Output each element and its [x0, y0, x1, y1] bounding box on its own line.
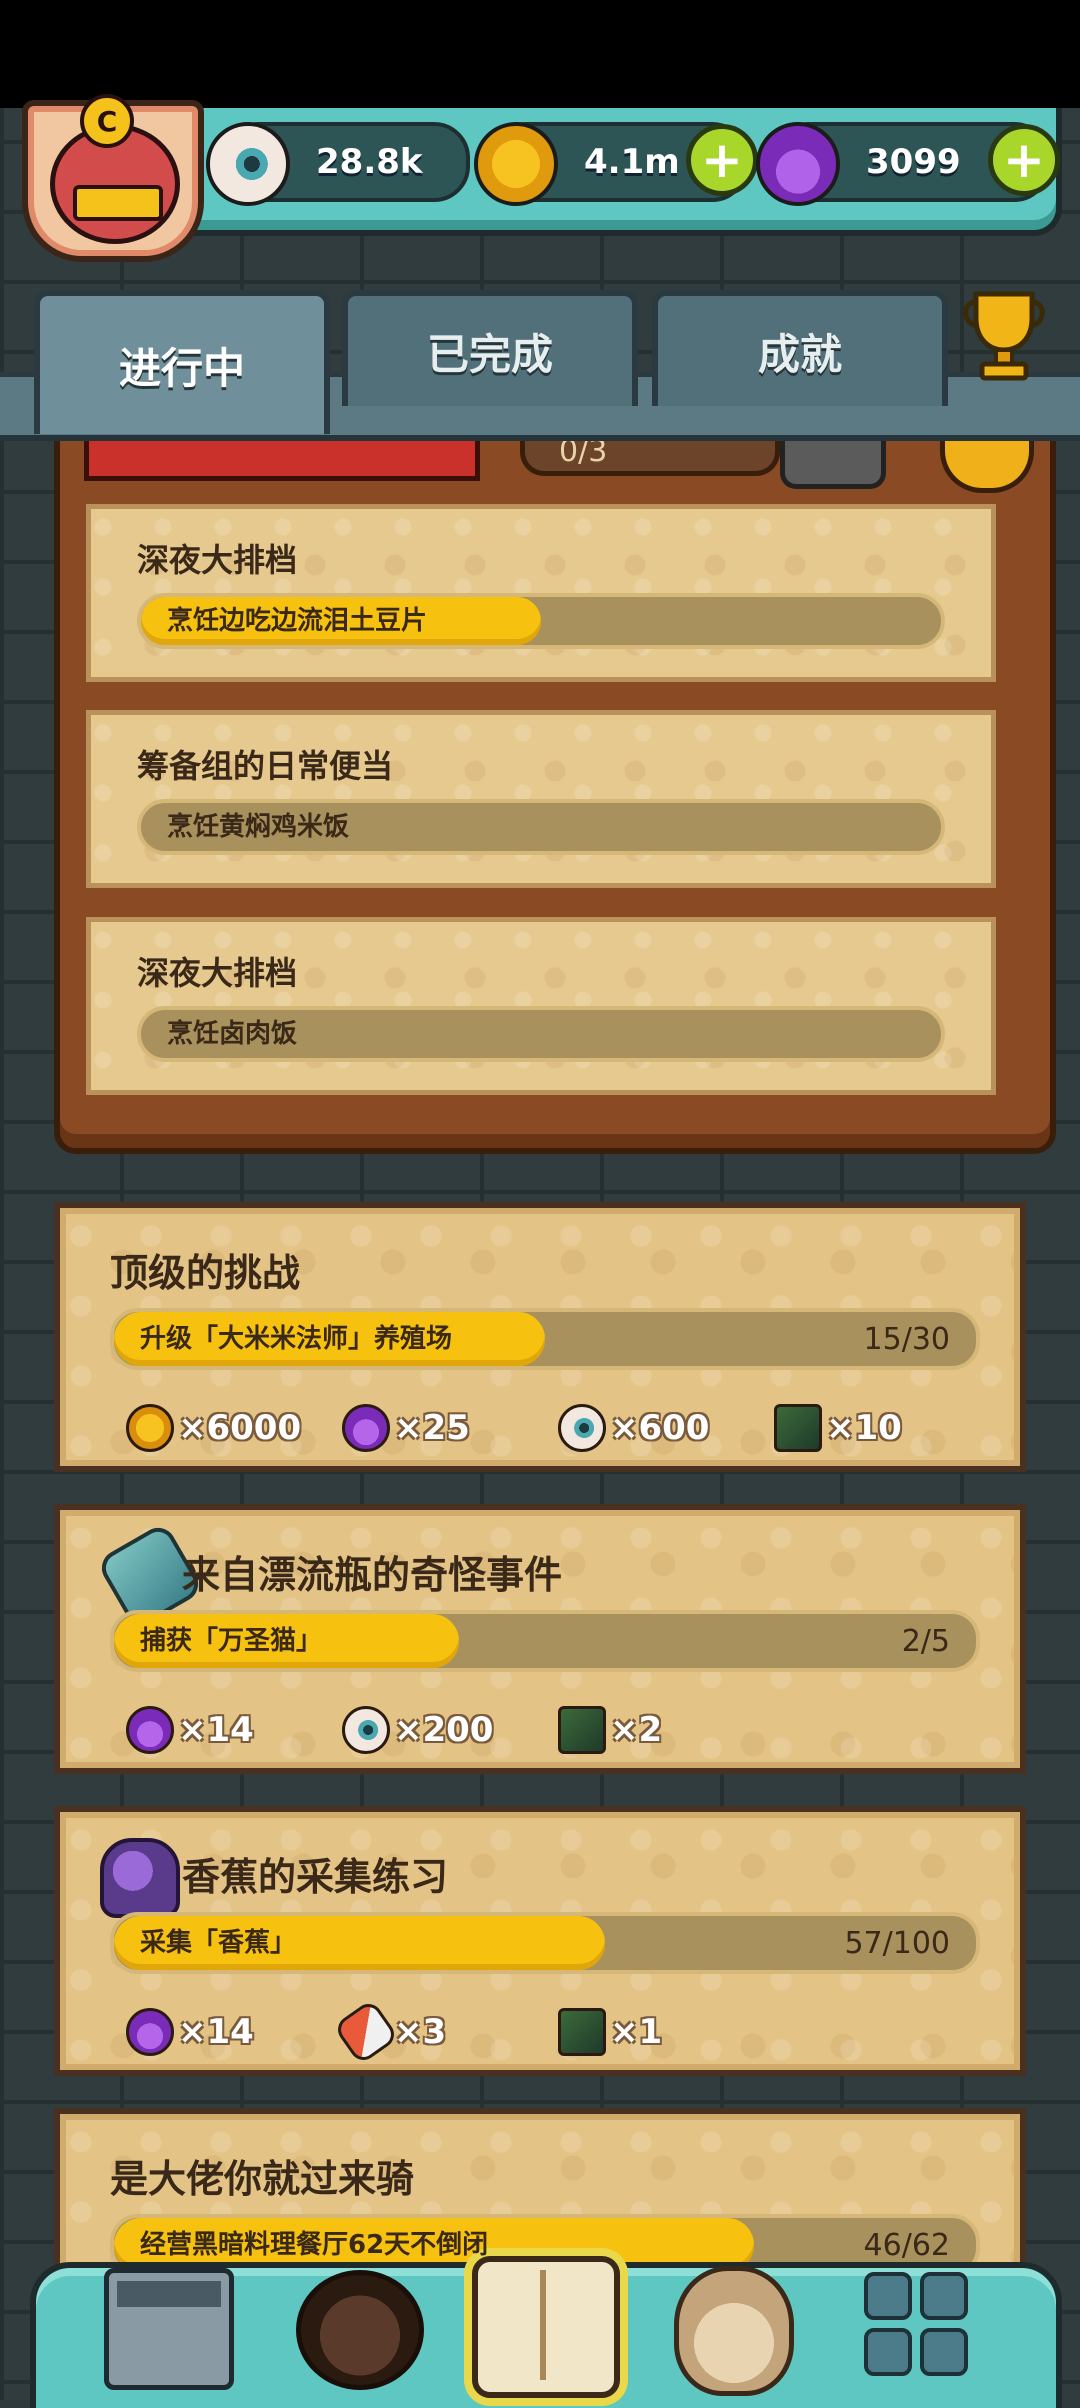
progress-label: 烹饪边吃边流泪土豆片 [167, 606, 428, 636]
trophy-icon[interactable] [962, 288, 1046, 384]
achievement-title: 香蕉的采集练习 [182, 1855, 449, 1899]
reward-item: ×200 [342, 1700, 493, 1760]
reward-amount: ×10 [826, 1408, 902, 1448]
task-title: 深夜大排档 [137, 541, 298, 579]
progress-count: 46/62 [863, 2228, 950, 2263]
potion-icon [126, 2008, 174, 2056]
reward-item: ×14 [126, 2002, 254, 2062]
progress-label: 捕获「万圣猫」 [140, 1626, 323, 1656]
progress-label: 烹饪卤肉饭 [167, 1019, 298, 1049]
daily-task-card[interactable]: 深夜大排档 烹饪边吃边流泪土豆片 [86, 504, 996, 682]
add-potion-button[interactable]: + [988, 124, 1060, 196]
coin-icon [474, 122, 558, 206]
reward-amount: ×25 [394, 1408, 470, 1448]
grid-icon[interactable] [864, 2272, 968, 2376]
daily-task-card[interactable]: 筹备组的日常便当 烹饪黄焖鸡米饭 [86, 710, 996, 888]
reward-amount: ×600 [610, 1408, 710, 1448]
eyeball-counter: 28.8k [206, 122, 470, 206]
reward-amount: ×6000 [178, 1408, 302, 1448]
reward-amount: ×3 [394, 2012, 447, 2052]
potion-icon [756, 122, 840, 206]
bag-icon[interactable] [674, 2266, 794, 2396]
progress-label: 采集「香蕉」 [140, 1928, 297, 1958]
coin-counter: 4.1m + [474, 122, 758, 206]
achievement-card[interactable]: 来自漂流瓶的奇怪事件 捕获「万圣猫」 2/5 ×14 ×200 ×2 [54, 1504, 1026, 1774]
task-progress-bar: 烹饪卤肉饭 [137, 1006, 945, 1062]
avatar-badge: C [80, 94, 134, 148]
reward-item: ×3 [332, 1998, 447, 2066]
shop-icon[interactable] [104, 2268, 234, 2390]
pill-icon [332, 1998, 400, 2066]
grid-cell [920, 2272, 968, 2320]
achievement-title: 来自漂流瓶的奇怪事件 [182, 1553, 563, 1597]
task-progress-bar: 烹饪黄焖鸡米饭 [137, 799, 945, 855]
eyeball-icon [342, 1706, 390, 1754]
card-item-icon [558, 2008, 606, 2056]
reward-list: ×6000 ×25 ×600 ×10 [126, 1398, 1006, 1458]
tab-achievements[interactable]: 成就 [652, 290, 948, 406]
eyeball-icon [558, 1404, 606, 1452]
reward-list: ×14 ×200 ×2 [126, 1700, 1006, 1760]
grid-cell [864, 2272, 912, 2320]
reward-item: ×1 [558, 2002, 662, 2062]
tab-completed[interactable]: 已完成 [342, 290, 638, 406]
reward-amount: ×2 [610, 1710, 663, 1750]
grid-cell [920, 2328, 968, 2376]
resource-bar: 28.8k 4.1m + 3099 + [150, 108, 1062, 236]
add-coin-button[interactable]: + [686, 124, 758, 196]
achievement-progress-bar: 采集「香蕉」 57/100 [110, 1912, 980, 1974]
reward-amount: ×1 [610, 2012, 663, 2052]
task-progress-bar: 烹饪边吃边流泪土豆片 [137, 593, 945, 649]
progress-label: 升级「大米米法师」养殖场 [140, 1324, 453, 1354]
reward-item: ×14 [126, 1700, 254, 1760]
achievement-progress-bar: 捕获「万圣猫」 2/5 [110, 1610, 980, 1672]
achievement-card[interactable]: 香蕉的采集练习 采集「香蕉」 57/100 ×14 ×3 ×1 [54, 1806, 1026, 2076]
task-title: 深夜大排档 [137, 954, 298, 992]
progress-count: 15/30 [863, 1322, 950, 1357]
monster-icon [100, 1838, 180, 1918]
player-avatar[interactable]: C [22, 94, 204, 262]
progress-count: 2/5 [901, 1624, 950, 1659]
monster-icon[interactable] [296, 2270, 424, 2390]
achievement-title: 顶级的挑战 [110, 1251, 301, 1295]
status-bar [0, 0, 1080, 108]
progress-count: 57/100 [844, 1926, 950, 1961]
reward-list: ×14 ×3 ×1 [126, 1998, 1006, 2066]
potion-icon [126, 1706, 174, 1754]
achievement-card[interactable]: 顶级的挑战 升级「大米米法师」养殖场 15/30 ×6000 ×25 ×600 … [54, 1202, 1026, 1472]
grid-cell [864, 2328, 912, 2376]
reward-amount: ×14 [178, 2012, 254, 2052]
potion-counter: 3099 + [756, 122, 1060, 206]
achievement-title: 是大佬你就过来骑 [110, 2157, 415, 2201]
tab-in-progress[interactable]: 进行中 [34, 290, 330, 434]
reward-amount: ×200 [394, 1710, 494, 1750]
reward-item: ×2 [558, 1700, 662, 1760]
potion-value: 3099 [866, 142, 961, 182]
achievement-progress-bar: 升级「大米米法师」养殖场 15/30 [110, 1308, 980, 1370]
eyeball-icon [206, 122, 290, 206]
potion-icon [342, 1404, 390, 1452]
reward-item: ×25 [342, 1398, 470, 1458]
daily-task-card[interactable]: 深夜大排档 烹饪卤肉饭 [86, 917, 996, 1095]
task-title: 筹备组的日常便当 [137, 747, 394, 785]
book-icon[interactable] [472, 2256, 620, 2398]
reward-item: ×6000 [126, 1398, 301, 1458]
avatar-teeth [73, 185, 163, 221]
reward-item: ×10 [774, 1398, 902, 1458]
reward-amount: ×14 [178, 1710, 254, 1750]
eyeball-value: 28.8k [316, 142, 423, 182]
progress-label: 烹饪黄焖鸡米饭 [167, 812, 350, 842]
card-item-icon [774, 1404, 822, 1452]
card-item-icon [558, 1706, 606, 1754]
reward-item: ×600 [558, 1398, 709, 1458]
coin-value: 4.1m [584, 142, 680, 182]
coin-icon [126, 1404, 174, 1452]
progress-label: 经营黑暗料理餐厅62天不倒闭 [140, 2230, 489, 2260]
